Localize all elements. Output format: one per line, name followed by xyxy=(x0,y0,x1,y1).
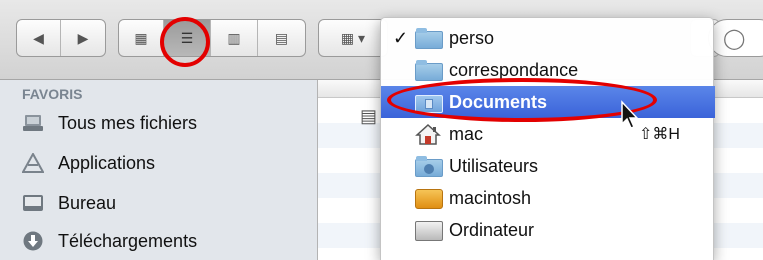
coverflow-view-icon: ▤ xyxy=(274,29,289,46)
menu-item-label: perso xyxy=(449,27,495,48)
folder-icon xyxy=(415,27,445,49)
computer-icon xyxy=(415,219,445,241)
sidebar-item-label: Bureau xyxy=(58,192,117,213)
downloads-icon xyxy=(22,231,44,251)
search-icon: ◯ xyxy=(723,28,746,50)
view-coverflow-button[interactable]: ▤ xyxy=(258,20,305,56)
sidebar-item-label: Tous mes fichiers xyxy=(58,112,198,133)
desktop-icon xyxy=(22,193,44,213)
column-view-icon: ▥ xyxy=(227,29,241,46)
menu-item-label: mac xyxy=(449,123,484,144)
view-icons-button[interactable]: ▦ xyxy=(119,20,164,56)
keyboard-shortcut: ⇧⌘H xyxy=(639,126,680,143)
menu-item-mac[interactable]: mac ⇧⌘H xyxy=(381,118,715,150)
forward-button[interactable]: ▶ xyxy=(61,20,105,56)
sidebar-item-label: Applications xyxy=(58,152,156,173)
back-arrow-icon: ◀ xyxy=(33,29,44,46)
annotation-circle xyxy=(160,17,210,67)
menu-item-utilisateurs[interactable]: Utilisateurs xyxy=(381,150,715,182)
mouse-cursor-icon xyxy=(621,100,639,129)
finder-sidebar: FAVORIS Tous mes fichiers Applications B… xyxy=(0,80,318,260)
arrange-icon: ▦ ▾ xyxy=(340,29,366,46)
menu-item-ordinateur[interactable]: Ordinateur xyxy=(381,214,715,246)
view-columns-button[interactable]: ▥ xyxy=(211,20,258,56)
sidebar-item-label: Téléchargements xyxy=(58,230,198,251)
users-folder-icon xyxy=(415,155,445,177)
menu-item-macintosh[interactable]: macintosh xyxy=(381,182,715,214)
menu-item-perso[interactable]: ✓ perso xyxy=(381,22,715,54)
document-icon: ▤ xyxy=(360,106,378,126)
arrange-control: ▦ ▾ xyxy=(319,20,387,56)
sidebar-item-downloads[interactable]: Téléchargements xyxy=(22,224,197,258)
home-icon xyxy=(415,123,445,145)
icon-view-icon: ▦ xyxy=(134,29,148,46)
menu-item-label: Utilisateurs xyxy=(449,155,539,176)
applications-icon xyxy=(22,153,44,173)
hard-drive-icon xyxy=(415,187,445,209)
sidebar-item-all-files[interactable]: Tous mes fichiers xyxy=(22,106,197,140)
search-field[interactable]: ◯ xyxy=(708,19,763,57)
back-forward-control: ◀ ▶ xyxy=(16,19,106,57)
menu-item-label: macintosh xyxy=(449,187,532,208)
favorites-section-header: FAVORIS xyxy=(22,86,83,102)
arrange-menu-button[interactable]: ▦ ▾ xyxy=(318,19,388,57)
folder-icon xyxy=(415,59,445,81)
sidebar-item-applications[interactable]: Applications xyxy=(22,146,155,180)
annotation-ellipse xyxy=(387,78,657,122)
all-files-icon xyxy=(22,113,44,133)
checkmark-icon: ✓ xyxy=(393,27,409,48)
sidebar-item-desktop[interactable]: Bureau xyxy=(22,186,116,220)
back-button[interactable]: ◀ xyxy=(17,20,61,56)
menu-item-label: Ordinateur xyxy=(449,219,535,240)
path-popup-menu: ✓ perso correspondance Documents mac ⇧⌘H… xyxy=(380,17,715,260)
view-mode-control: ▦ ☰ ▥ ▤ xyxy=(118,19,306,57)
forward-arrow-icon: ▶ xyxy=(77,29,89,46)
